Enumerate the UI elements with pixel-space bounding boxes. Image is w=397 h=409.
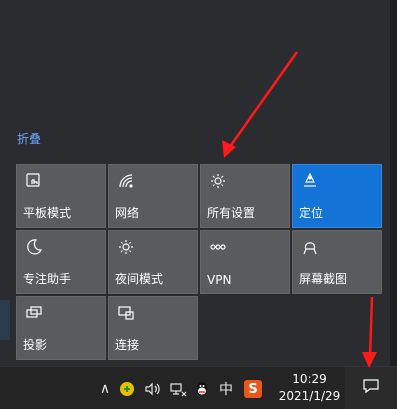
tile-tablet-mode[interactable]: 平板模式 <box>16 164 106 228</box>
taskbar: ∧ 中 S 10:29 2021/1/29 <box>0 366 397 409</box>
tile-night-light[interactable]: 夜间模式 <box>108 230 198 294</box>
panel-edge <box>390 0 397 366</box>
qq-icon[interactable] <box>192 380 212 398</box>
project-icon <box>25 304 43 322</box>
clock-time: 10:29 <box>292 372 327 386</box>
input-language-indicator[interactable]: 中 <box>217 380 235 398</box>
vpn-icon <box>209 238 227 256</box>
screen-snip-icon <box>301 238 319 256</box>
sun-icon <box>117 238 135 256</box>
tile-label: 平板模式 <box>23 206 72 220</box>
tile-screen-snip[interactable]: 屏幕截图 <box>292 230 382 294</box>
volume-icon[interactable] <box>143 380 163 398</box>
gear-icon <box>209 172 227 190</box>
notification-icon <box>362 377 380 399</box>
tile-connect[interactable]: 连接 <box>108 296 198 360</box>
quick-actions-grid: 平板模式 网络 所有设置 定位 专注助手 夜间模式 VPN 屏幕截图 投影 连接 <box>16 164 382 364</box>
network-tray-icon[interactable] <box>168 380 188 398</box>
taskbar-clock[interactable]: 10:29 2021/1/29 <box>272 371 347 405</box>
show-hidden-icons-button[interactable]: ∧ <box>98 380 112 398</box>
tile-label: 投影 <box>23 338 48 352</box>
background-window-hint <box>0 300 10 340</box>
tile-location[interactable]: 定位 <box>292 164 382 228</box>
connect-icon <box>117 304 135 322</box>
tile-label: 夜间模式 <box>115 272 164 286</box>
tile-label: 所有设置 <box>207 206 256 220</box>
tile-focus-assist[interactable]: 专注助手 <box>16 230 106 294</box>
tile-all-settings[interactable]: 所有设置 <box>200 164 290 228</box>
tile-project[interactable]: 投影 <box>16 296 106 360</box>
location-icon <box>301 172 319 190</box>
sogou-letter: S <box>248 381 258 397</box>
chevron-up-icon: ∧ <box>99 381 111 397</box>
tablet-mode-icon <box>25 172 43 190</box>
security-shield-icon[interactable] <box>118 380 136 398</box>
tile-label: 专注助手 <box>23 272 72 286</box>
clock-date: 2021/1/29 <box>278 389 341 403</box>
language-label: 中 <box>219 382 233 398</box>
tile-label: 连接 <box>115 338 140 352</box>
moon-icon <box>25 238 43 256</box>
tile-label: VPN <box>207 273 232 287</box>
action-center-button[interactable] <box>345 367 397 409</box>
collapse-link[interactable]: 折叠 <box>17 130 41 147</box>
tile-label: 定位 <box>299 206 324 220</box>
tile-network[interactable]: 网络 <box>108 164 198 228</box>
sogou-ime-icon[interactable]: S <box>244 380 262 398</box>
tile-label: 屏幕截图 <box>299 272 348 286</box>
network-icon <box>117 172 135 190</box>
tile-label: 网络 <box>115 206 140 220</box>
tile-vpn[interactable]: VPN <box>200 230 290 294</box>
